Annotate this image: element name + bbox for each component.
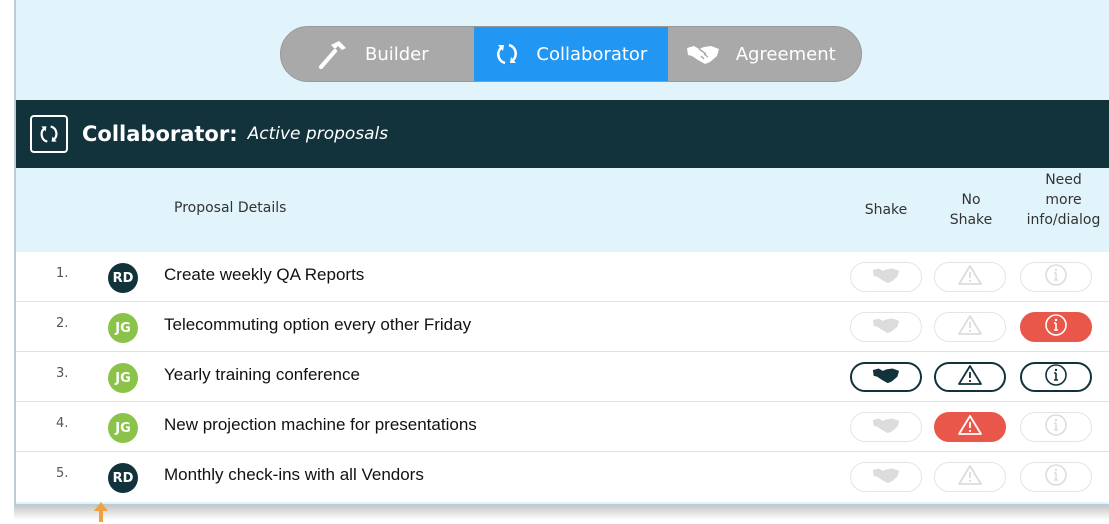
need-info-button[interactable]: [1020, 412, 1092, 442]
info-icon: [1044, 313, 1068, 341]
sync-icon: [494, 41, 520, 67]
warning-icon: [957, 414, 983, 440]
need-info-button[interactable]: [1020, 312, 1092, 342]
table-row[interactable]: 2. JG Telecommuting option every other F…: [16, 302, 1109, 352]
proposal-text: Create weekly QA Reports: [164, 265, 365, 284]
panel-shadow: [14, 506, 1109, 520]
shake-button[interactable]: [850, 412, 922, 442]
shake-button[interactable]: [850, 262, 922, 292]
info-icon: [1044, 263, 1068, 291]
shake-button[interactable]: [850, 362, 922, 392]
tab-builder[interactable]: Builder: [281, 27, 474, 81]
handshake-icon: [871, 366, 901, 388]
warning-icon: [957, 314, 983, 340]
handshake-icon: [871, 266, 901, 288]
info-icon: [1044, 463, 1068, 491]
handshake-icon: [686, 43, 720, 65]
row-number: 2.: [56, 316, 69, 331]
warning-icon: [957, 364, 983, 390]
tab-builder-label: Builder: [365, 43, 429, 65]
column-no-shake: No Shake: [936, 190, 1006, 230]
avatar: RD: [108, 263, 138, 293]
column-shake-label: Shake: [864, 202, 908, 218]
section-header: Collaborator: Active proposals: [16, 100, 1109, 168]
column-need-info-line1: Need: [1045, 172, 1082, 188]
table-row[interactable]: 1. RD Create weekly QA Reports: [16, 252, 1109, 302]
tab-agreement[interactable]: Agreement: [668, 27, 861, 81]
column-need-info-line2: more: [1045, 192, 1082, 208]
table-row[interactable]: 4. JG New projection machine for present…: [16, 402, 1109, 452]
hammer-icon: [317, 38, 349, 70]
row-number: 5.: [56, 466, 69, 481]
shake-button[interactable]: [850, 312, 922, 342]
column-no-shake-line2: Shake: [949, 212, 993, 228]
cursor-arrow-icon: [94, 502, 108, 522]
mode-switcher: Builder Collaborator Agreement: [280, 26, 862, 82]
proposal-text: Monthly check-ins with all Vendors: [164, 465, 424, 484]
avatar: JG: [108, 363, 138, 393]
info-icon: [1044, 413, 1068, 441]
column-shake: Shake: [856, 200, 916, 220]
shake-button[interactable]: [850, 462, 922, 492]
row-number: 4.: [56, 416, 69, 431]
tab-collaborator-label: Collaborator: [536, 43, 648, 65]
proposal-text: Yearly training conference: [164, 365, 360, 384]
row-number: 3.: [56, 366, 69, 381]
need-info-button[interactable]: [1020, 462, 1092, 492]
avatar: JG: [108, 413, 138, 443]
page-subtitle: Active proposals: [247, 124, 389, 144]
page-title: Collaborator:: [82, 122, 238, 146]
no-shake-button[interactable]: [934, 262, 1006, 292]
need-info-button[interactable]: [1020, 362, 1092, 392]
avatar: RD: [108, 463, 138, 493]
no-shake-button[interactable]: [934, 362, 1006, 392]
column-need-info: Need more info/dialog: [1016, 170, 1109, 230]
tab-agreement-label: Agreement: [735, 43, 836, 65]
column-proposal-details: Proposal Details: [174, 200, 287, 216]
warning-icon: [957, 464, 983, 490]
column-no-shake-line1: No: [961, 192, 981, 208]
column-need-info-line3: info/dialog: [1026, 212, 1101, 228]
table-header: Proposal Details Shake No Shake Need mor…: [16, 168, 1109, 252]
proposal-text: New projection machine for presentations: [164, 415, 477, 434]
handshake-icon: [871, 416, 901, 438]
warning-icon: [957, 264, 983, 290]
no-shake-button[interactable]: [934, 312, 1006, 342]
sync-icon[interactable]: [30, 115, 68, 153]
table-row[interactable]: 5. RD Monthly check-ins with all Vendors: [16, 452, 1109, 502]
need-info-button[interactable]: [1020, 262, 1092, 292]
no-shake-button[interactable]: [934, 412, 1006, 442]
handshake-icon: [871, 316, 901, 338]
tab-collaborator[interactable]: Collaborator: [474, 27, 668, 81]
avatar: JG: [108, 313, 138, 343]
row-number: 1.: [56, 266, 69, 281]
handshake-icon: [871, 466, 901, 488]
collaborator-panel: Builder Collaborator Agreement Collabora…: [14, 0, 1109, 506]
table-row[interactable]: 3. JG Yearly training conference: [16, 352, 1109, 402]
no-shake-button[interactable]: [934, 462, 1006, 492]
proposal-text: Telecommuting option every other Friday: [164, 315, 472, 334]
info-icon: [1044, 363, 1068, 391]
